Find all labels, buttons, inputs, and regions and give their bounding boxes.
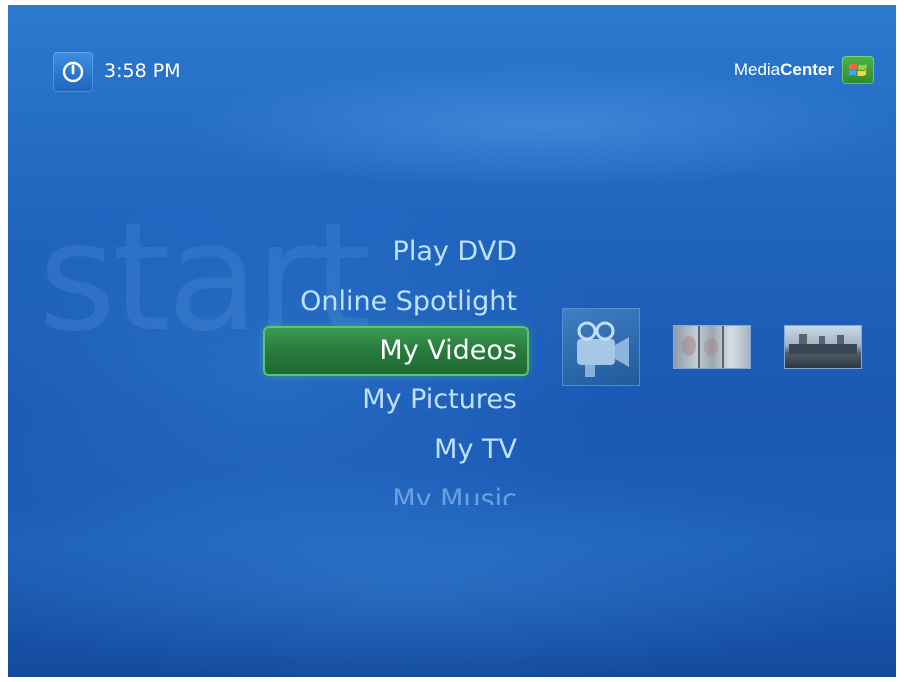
building-video-thumbnail[interactable] <box>785 326 861 368</box>
video-clip-thumbnail[interactable] <box>674 326 750 368</box>
menu-item-my-videos[interactable]: My Videos <box>265 328 527 374</box>
menu-item-online-spotlight[interactable]: Online Spotlight <box>265 277 527 327</box>
video-camera-icon[interactable] <box>563 309 639 385</box>
menu-item-play-dvd[interactable]: Play DVD <box>265 227 527 277</box>
menu-item-my-tv[interactable]: My TV <box>265 425 527 475</box>
power-button[interactable] <box>53 52 93 92</box>
media-center-brand: MediaCenter <box>734 56 874 84</box>
brand-name: MediaCenter <box>733 60 834 79</box>
start-menu: Play DVD Online Spotlight My Videos My P… <box>265 227 527 505</box>
windows-logo-icon[interactable] <box>842 56 874 84</box>
power-icon <box>62 61 84 83</box>
clock-time: 3:58 PM <box>104 60 181 82</box>
menu-item-my-music[interactable]: My Music <box>265 475 527 505</box>
media-center-screen: start 3:58 PM MediaCenter Play DVD Onlin… <box>8 5 896 677</box>
menu-item-my-pictures[interactable]: My Pictures <box>265 375 527 425</box>
